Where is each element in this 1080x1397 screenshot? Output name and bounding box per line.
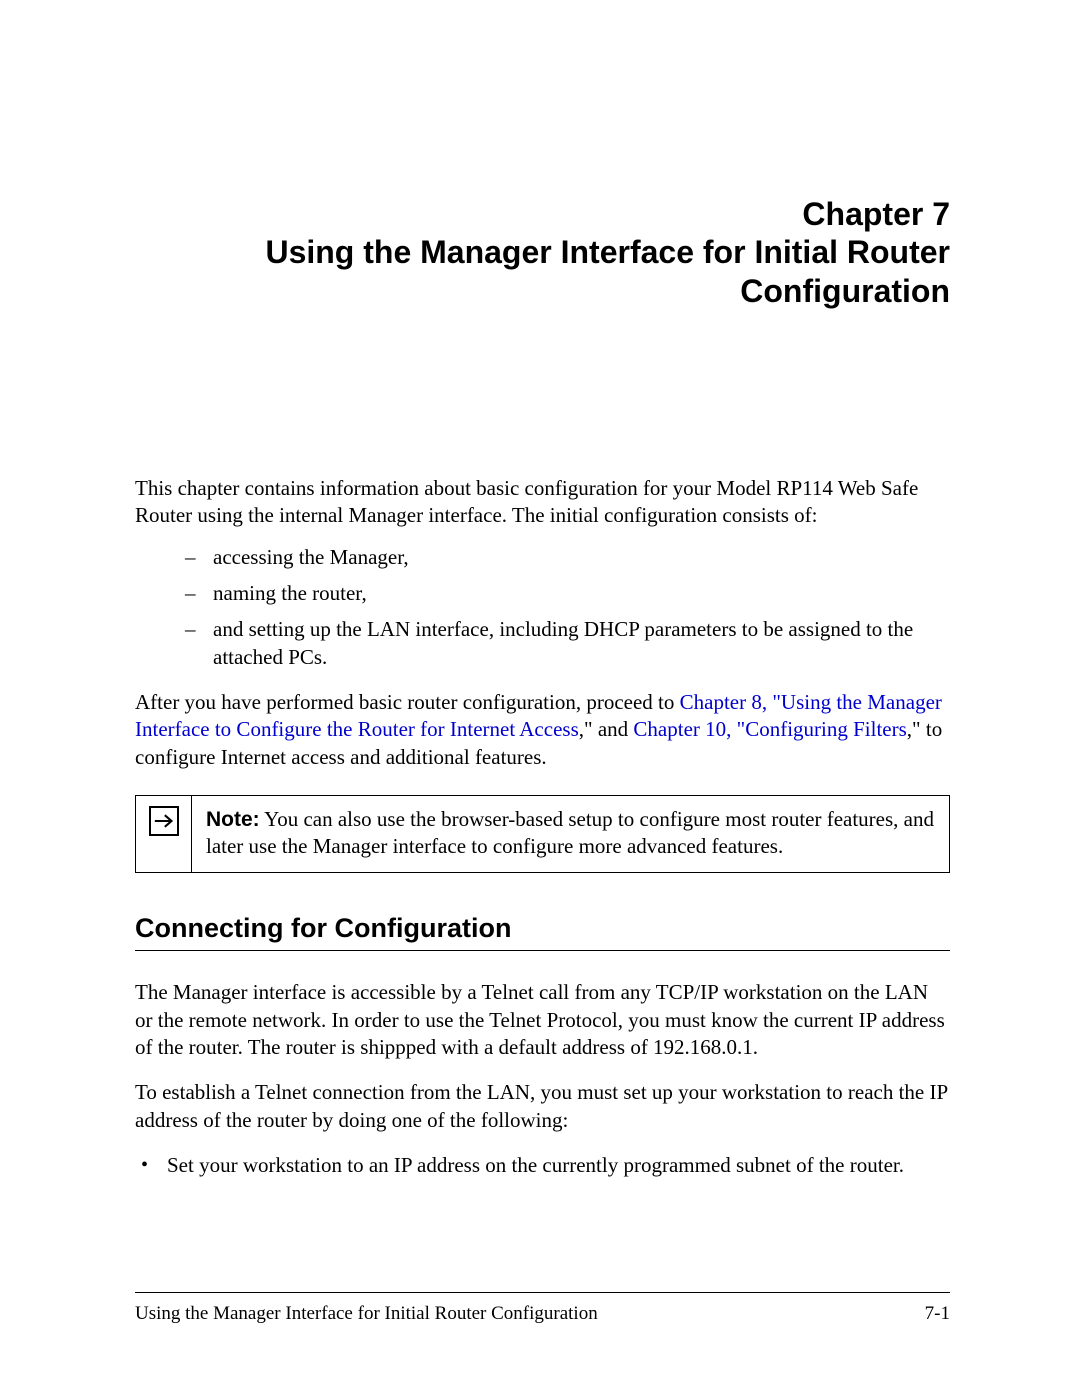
footer-title: Using the Manager Interface for Initial … <box>135 1303 598 1325</box>
chapter-title-line3: Configuration <box>740 273 950 309</box>
page-footer: Using the Manager Interface for Initial … <box>135 1278 950 1325</box>
note-label: Note: <box>206 808 260 831</box>
body-paragraph: To establish a Telnet connection from th… <box>135 1079 950 1134</box>
bullet-list: Set your workstation to an IP address on… <box>135 1152 950 1179</box>
note-box: Note: You can also use the browser-based… <box>135 795 950 874</box>
list-item: Set your workstation to an IP address on… <box>135 1152 950 1179</box>
chapter-number: Chapter 7 <box>802 196 950 232</box>
note-body: You can also use the browser-based setup… <box>206 807 934 858</box>
section-heading: Connecting for Configuration <box>135 913 950 951</box>
document-page: Chapter 7 Using the Manager Interface fo… <box>0 0 1080 1179</box>
chapter-title: Chapter 7 Using the Manager Interface fo… <box>135 195 950 310</box>
list-item: naming the router, <box>185 580 950 607</box>
arrow-right-icon <box>149 806 179 836</box>
footer-row: Using the Manager Interface for Initial … <box>135 1303 950 1325</box>
intro-paragraph: This chapter contains information about … <box>135 475 950 530</box>
note-icon-cell <box>136 796 192 873</box>
chapter-10-link[interactable]: Chapter 10, "Configuring Filters <box>633 717 906 741</box>
list-item: and setting up the LAN interface, includ… <box>185 616 950 671</box>
list-item: accessing the Manager, <box>185 544 950 571</box>
text-segment: After you have performed basic router co… <box>135 690 680 714</box>
page-number: 7-1 <box>925 1303 950 1325</box>
footer-rule <box>135 1292 950 1293</box>
body-paragraph: The Manager interface is accessible by a… <box>135 979 950 1061</box>
chapter-title-line2: Using the Manager Interface for Initial … <box>265 234 950 270</box>
dash-list: accessing the Manager, naming the router… <box>185 544 950 671</box>
text-segment: ," and <box>579 717 634 741</box>
cross-reference-paragraph: After you have performed basic router co… <box>135 689 950 771</box>
note-text: Note: You can also use the browser-based… <box>192 796 949 873</box>
